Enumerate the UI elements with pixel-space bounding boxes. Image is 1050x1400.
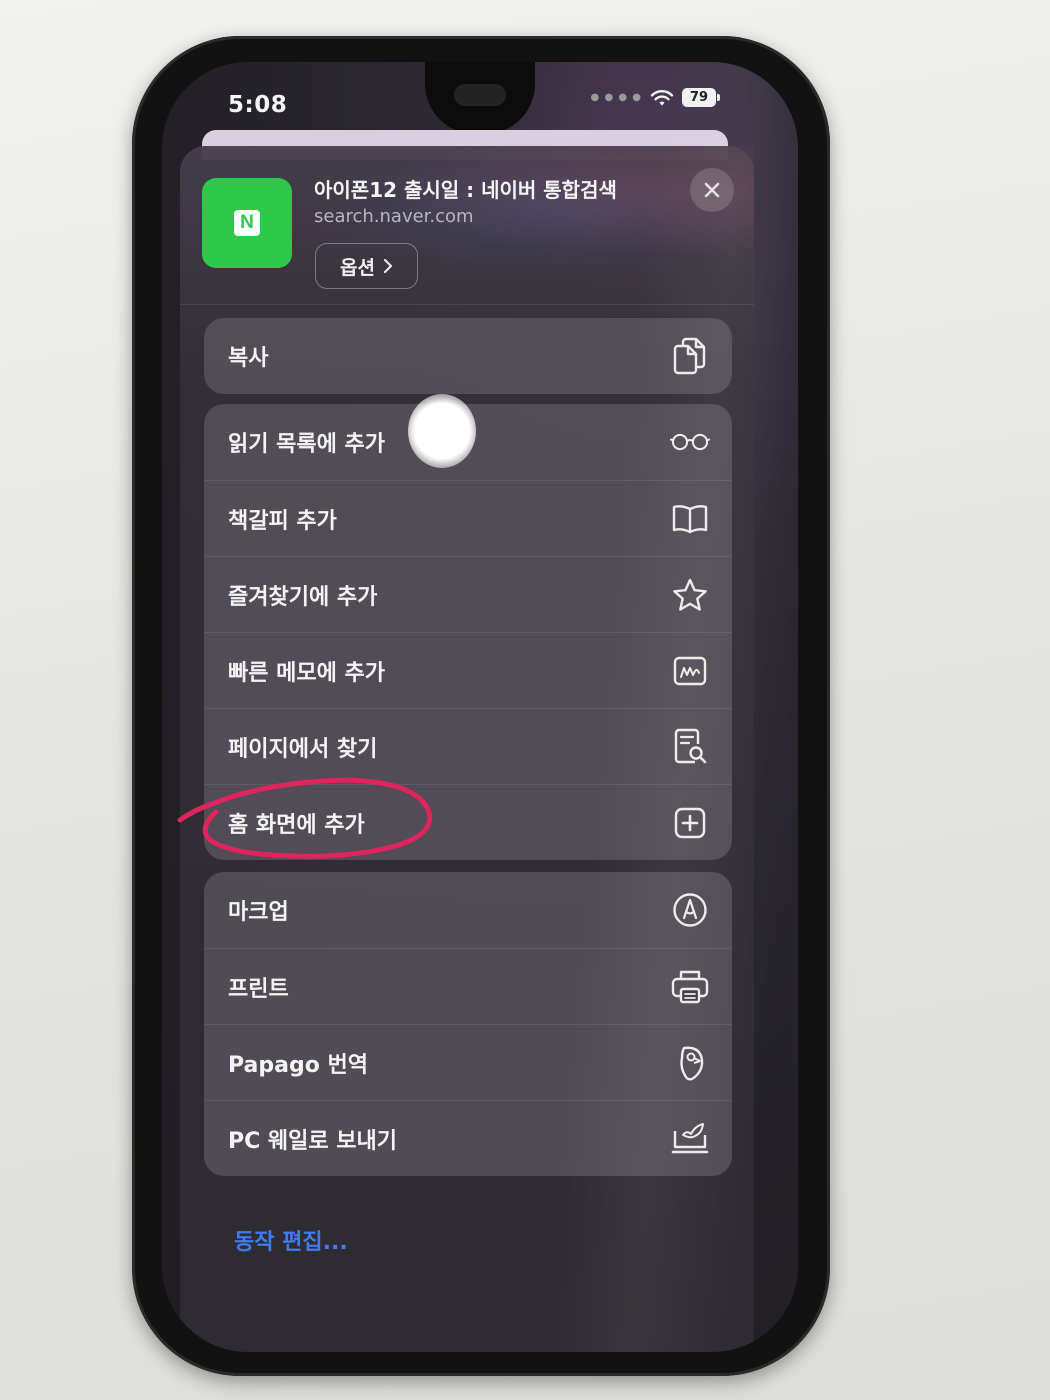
markup-icon (670, 890, 710, 930)
action-label: 책갈피 추가 (228, 508, 337, 534)
action-add-to-quick-note[interactable]: 빠른 메모에 추가 (204, 632, 732, 708)
action-label: Papago 번역 (228, 1052, 368, 1078)
book-icon (670, 499, 710, 539)
site-favicon: N (202, 178, 292, 268)
action-label: 복사 (228, 346, 269, 371)
send-to-pc-icon (670, 1119, 710, 1159)
options-label: 옵션 (340, 256, 375, 279)
close-icon (703, 181, 721, 199)
battery-icon: 79 (682, 88, 720, 107)
star-icon (670, 575, 710, 615)
action-print[interactable]: 프린트 (204, 948, 732, 1024)
action-label: 프린트 (228, 976, 289, 1002)
action-find-in-page[interactable]: 페이지에서 찾기 (204, 708, 732, 784)
wifi-icon (650, 89, 674, 107)
camera-lens (454, 84, 506, 106)
action-label: 빠른 메모에 추가 (228, 660, 385, 686)
action-label: 마크업 (228, 900, 289, 925)
glasses-icon (670, 422, 710, 462)
close-button[interactable] (690, 168, 734, 212)
page-title: 아이폰12 출시일 : 네이버 통합검색 (314, 178, 617, 202)
options-button[interactable]: 옵션 (315, 243, 418, 289)
action-label: 홈 화면에 추가 (228, 812, 365, 838)
status-icons: ● ● ● ● 79 (591, 88, 720, 107)
action-label: 읽기 목록에 추가 (228, 432, 385, 457)
edit-actions-link[interactable]: 동작 편집... (234, 1224, 348, 1256)
action-add-bookmark[interactable]: 책갈피 추가 (204, 480, 732, 556)
naver-logo-icon: N (234, 210, 260, 236)
action-group-extensions: 마크업 프린트 Papago 번역 PC 웨일로 보내기 (204, 872, 732, 1176)
action-add-to-reading-list[interactable]: 읽기 목록에 추가 (204, 404, 732, 480)
printer-icon (670, 967, 710, 1007)
find-in-page-icon (670, 727, 710, 767)
share-sheet-header: N 아이폰12 출시일 : 네이버 통합검색 search.naver.com … (180, 146, 754, 305)
battery-tip (717, 94, 720, 101)
share-sheet: N 아이폰12 출시일 : 네이버 통합검색 search.naver.com … (180, 146, 754, 1352)
action-add-to-favorites[interactable]: 즐겨찾기에 추가 (204, 556, 732, 632)
action-send-to-pc-whale[interactable]: PC 웨일로 보내기 (204, 1100, 732, 1176)
chevron-right-icon (383, 258, 393, 274)
action-label: 즐겨찾기에 추가 (228, 584, 378, 610)
add-square-icon (670, 803, 710, 843)
action-group-copy: 복사 (204, 318, 732, 394)
battery-level: 79 (682, 88, 716, 107)
action-markup[interactable]: 마크업 (204, 872, 732, 948)
papago-icon (670, 1043, 710, 1083)
cellular-signal-icon: ● ● ● ● (590, 92, 642, 103)
action-papago-translate[interactable]: Papago 번역 (204, 1024, 732, 1100)
action-group-page: 읽기 목록에 추가 책갈피 추가 즐겨찾기에 추가 빠른 메모에 추가 페이지에… (204, 404, 732, 860)
copy-icon (670, 336, 710, 376)
action-label: PC 웨일로 보내기 (228, 1128, 398, 1154)
status-time: 5:08 (228, 92, 288, 118)
quick-note-icon (670, 651, 710, 691)
phone-screen: 5:08 ● ● ● ● 79 N 아이폰12 출시일 : 네이버 통합검색 s… (162, 62, 798, 1352)
action-copy[interactable]: 복사 (204, 318, 732, 394)
action-label: 페이지에서 찾기 (228, 736, 378, 762)
action-add-to-home-screen[interactable]: 홈 화면에 추가 (204, 784, 732, 860)
page-url: search.naver.com (314, 206, 474, 227)
